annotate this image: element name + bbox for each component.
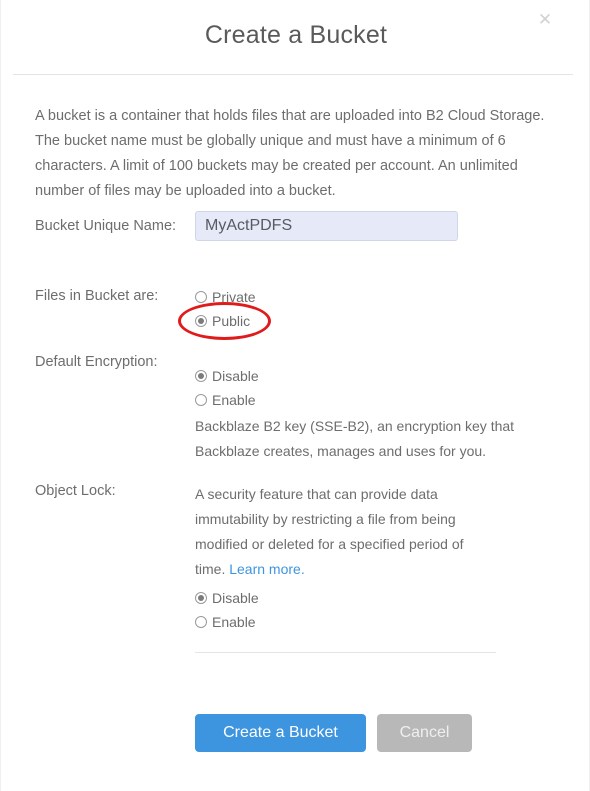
- object-lock-label: Object Lock:: [35, 483, 116, 499]
- radio-object-lock-disable[interactable]: Disable: [195, 589, 259, 607]
- create-bucket-button[interactable]: Create a Bucket: [195, 714, 366, 752]
- cancel-button[interactable]: Cancel: [377, 714, 472, 752]
- radio-label-encryption-enable: Enable: [212, 392, 256, 408]
- files-visibility-label: Files in Bucket are:: [35, 288, 159, 304]
- bucket-name-input[interactable]: [195, 211, 458, 241]
- radio-label-public: Public: [212, 313, 251, 329]
- object-lock-description: A security feature that can provide data…: [195, 482, 495, 582]
- page-title: Create a Bucket: [204, 21, 388, 49]
- header-divider: [13, 74, 573, 75]
- encryption-label: Default Encryption:: [35, 354, 158, 370]
- radio-icon-object-lock-disable: [195, 592, 207, 604]
- radio-files-private[interactable]: Private: [195, 288, 256, 306]
- radio-label-encryption-disable: Disable: [212, 368, 259, 384]
- radio-icon-private: [195, 291, 207, 303]
- footer-divider: [195, 652, 496, 653]
- radio-label-object-lock-disable: Disable: [212, 590, 259, 606]
- radio-icon-encryption-enable: [195, 394, 207, 406]
- radio-icon-encryption-disable: [195, 370, 207, 382]
- radio-icon-public: [195, 315, 207, 327]
- create-bucket-dialog: ✕ Create a Bucket A bucket is a containe…: [0, 0, 590, 791]
- radio-files-public[interactable]: Public: [195, 312, 250, 330]
- radio-object-lock-enable[interactable]: Enable: [195, 613, 256, 631]
- radio-encryption-enable[interactable]: Enable: [195, 391, 256, 409]
- radio-icon-object-lock-enable: [195, 616, 207, 628]
- radio-encryption-disable[interactable]: Disable: [195, 367, 259, 385]
- learn-more-link[interactable]: Learn more.: [229, 561, 304, 577]
- bucket-name-label: Bucket Unique Name:: [35, 218, 177, 234]
- dialog-description: A bucket is a container that holds files…: [35, 108, 545, 199]
- radio-label-object-lock-enable: Enable: [212, 614, 256, 630]
- radio-label-private: Private: [212, 289, 256, 305]
- encryption-description: Backblaze B2 key (SSE-B2), an encryption…: [195, 418, 515, 459]
